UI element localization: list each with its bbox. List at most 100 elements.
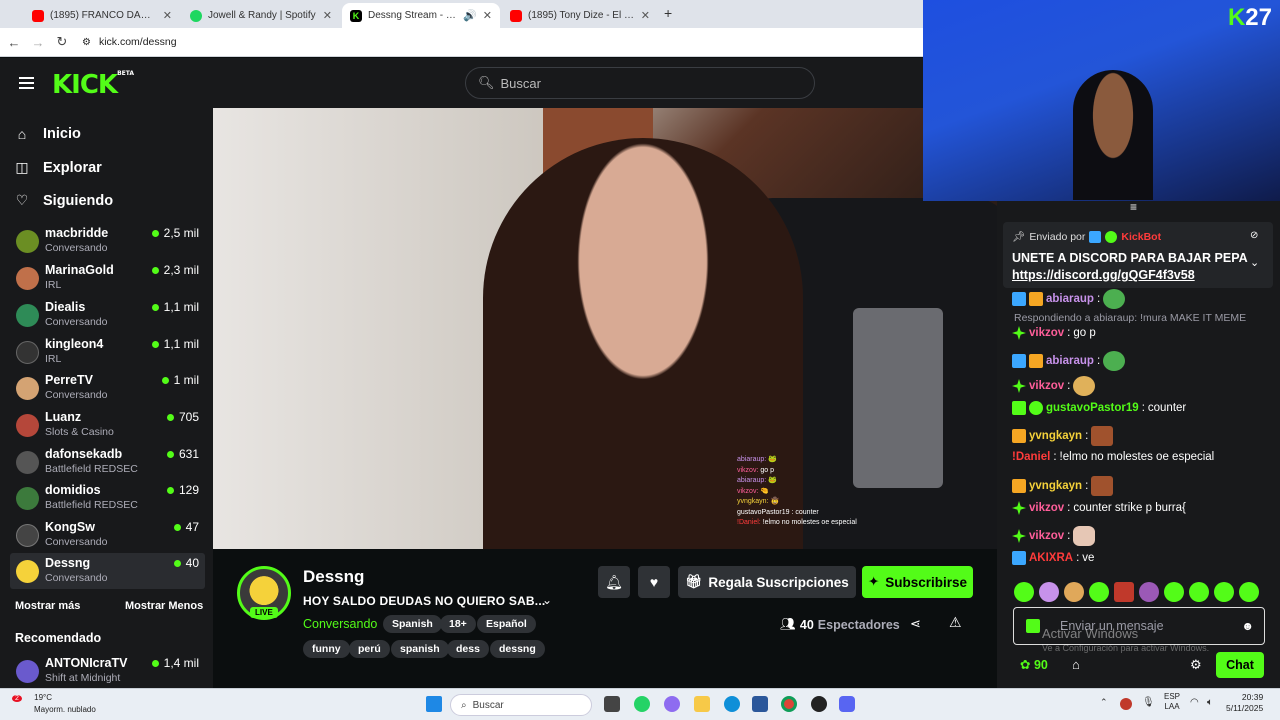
browser-tab-2[interactable]: Jowell & Randy | Spotify ✕ bbox=[182, 3, 340, 28]
chat-username[interactable]: yvngkayn bbox=[1029, 430, 1082, 442]
channel-item[interactable]: MarinaGold IRL 2,3 mil bbox=[10, 260, 205, 296]
tag[interactable]: 18+ bbox=[440, 615, 476, 633]
chat-username[interactable]: vikzov bbox=[1029, 530, 1064, 542]
url-field[interactable]: ⚙ kick.com/dessng bbox=[82, 36, 177, 48]
channel-item[interactable]: dafonsekadb Battlefield REDSEC 631 bbox=[10, 444, 205, 480]
chat-username[interactable]: vikzov bbox=[1029, 502, 1064, 514]
forward-icon[interactable]: → bbox=[26, 35, 50, 50]
heart-icon[interactable]: ♥ bbox=[638, 566, 670, 598]
emote-icon[interactable] bbox=[1239, 582, 1259, 602]
channel-item[interactable]: KongSw Conversando 47 bbox=[10, 517, 205, 553]
browser-tab-1[interactable]: (1895) FRANCO DANÓS 🕊️ - FI ✕ bbox=[24, 3, 180, 28]
channel-points[interactable]: ✿ 90 bbox=[1020, 657, 1048, 672]
emote-icon[interactable] bbox=[1164, 582, 1184, 602]
browser-tab-4[interactable]: (1895) Tony Dize - El Doctorado ✕ bbox=[502, 3, 658, 28]
mic-icon[interactable]: 🎙︎ bbox=[1142, 697, 1155, 708]
chat-username[interactable]: vikzov bbox=[1029, 380, 1064, 392]
gear-icon[interactable]: ⚙ bbox=[1190, 657, 1202, 673]
close-icon[interactable]: ✕ bbox=[163, 9, 172, 22]
send-chat-button[interactable]: Chat bbox=[1216, 652, 1264, 678]
nav-inicio[interactable]: ⌂ Inicio bbox=[15, 126, 81, 142]
emote-icon[interactable] bbox=[1039, 582, 1059, 602]
channel-item[interactable]: Luanz Slots & Casino 705 bbox=[10, 407, 205, 443]
copilot-icon[interactable] bbox=[664, 696, 680, 712]
taskbar-clock[interactable]: 20:39 5/11/2025 bbox=[1226, 692, 1263, 714]
chevron-down-icon[interactable]: ⌄ bbox=[1250, 256, 1259, 269]
emote-icon[interactable] bbox=[1089, 582, 1109, 602]
close-icon[interactable]: ✕ bbox=[483, 9, 492, 22]
chat-filter-icon[interactable]: ≡ bbox=[1130, 200, 1137, 214]
report-icon[interactable]: ⚠ bbox=[949, 614, 962, 631]
tag[interactable]: Español bbox=[477, 615, 536, 633]
gift-subs-button[interactable]: 🎁︎ Regala Suscripciones bbox=[678, 566, 856, 598]
store-app-icon[interactable] bbox=[752, 696, 768, 712]
pinned-link[interactable]: https://discord.gg/gQGF4f3v58 bbox=[1012, 268, 1195, 282]
chat-username[interactable]: yvngkayn bbox=[1029, 480, 1082, 492]
chat-username[interactable]: abiaraup bbox=[1046, 355, 1094, 367]
new-tab-button[interactable]: + bbox=[664, 5, 672, 21]
chat-username[interactable]: AKIXRA bbox=[1029, 552, 1073, 564]
browser-tab-3-active[interactable]: K Dessng Stream - Watch Live 🔊 ✕ bbox=[342, 3, 500, 28]
channel-item[interactable]: Diealis Conversando 1,1 mil bbox=[10, 297, 205, 333]
chevron-up-icon[interactable]: ⌃ bbox=[1100, 697, 1108, 708]
close-icon[interactable]: ✕ bbox=[323, 9, 332, 22]
emote-icon[interactable] bbox=[1064, 582, 1084, 602]
channel-item[interactable]: kingleon4 IRL 1,1 mil bbox=[10, 334, 205, 370]
chat-username[interactable]: abiaraup bbox=[1046, 293, 1094, 305]
chrome-icon[interactable] bbox=[781, 696, 797, 712]
hide-pin-icon[interactable]: ⊘ bbox=[1250, 230, 1258, 241]
stream-category[interactable]: Conversando bbox=[303, 617, 377, 631]
taskbar-search[interactable]: ⌕ Buscar bbox=[450, 694, 592, 716]
emote-icon[interactable] bbox=[1189, 582, 1209, 602]
store-icon[interactable]: ⌂ bbox=[1072, 657, 1080, 672]
channel-item[interactable]: PerreTV Conversando 1 mil bbox=[10, 370, 205, 406]
channel-item-selected[interactable]: Dessng Conversando 40 bbox=[10, 553, 205, 589]
tag[interactable]: Spanish bbox=[383, 615, 442, 633]
channel-item-recommended[interactable]: ANTONIcraTV Shift at Midnight 1,4 mil bbox=[10, 653, 205, 688]
emote-icon[interactable] bbox=[1014, 582, 1034, 602]
search-input[interactable]: 🔍︎ Buscar bbox=[465, 67, 815, 99]
show-less-link[interactable]: Mostrar Menos bbox=[125, 600, 203, 612]
reload-icon[interactable]: ↻ bbox=[50, 34, 74, 50]
file-explorer-icon[interactable] bbox=[694, 696, 710, 712]
streamer-name[interactable]: Dessng bbox=[303, 567, 364, 587]
back-icon[interactable]: ← bbox=[2, 35, 26, 50]
chevron-down-icon[interactable]: ⌄ bbox=[542, 593, 552, 607]
windows-start-icon[interactable] bbox=[426, 696, 442, 712]
whatsapp-icon[interactable] bbox=[634, 696, 650, 712]
emote-icon[interactable] bbox=[1114, 582, 1134, 602]
task-view-icon[interactable] bbox=[604, 696, 620, 712]
tag[interactable]: dessng bbox=[490, 640, 545, 658]
tag[interactable]: spanish bbox=[391, 640, 449, 658]
subscribe-button[interactable]: ✦ Subscribirse bbox=[862, 566, 973, 598]
close-icon[interactable]: ✕ bbox=[641, 9, 650, 22]
nav-siguiendo[interactable]: ♡ Siguiendo bbox=[15, 192, 113, 209]
weather-widget[interactable]: 2 19°C Mayorm. nublado bbox=[12, 692, 96, 715]
bell-icon[interactable]: 🔔︎ bbox=[598, 566, 630, 598]
tag[interactable]: funny bbox=[303, 640, 350, 658]
wifi-icon[interactable]: ◠ bbox=[1190, 697, 1199, 708]
app-icon[interactable] bbox=[811, 696, 827, 712]
emoji-icon[interactable]: ☻ bbox=[1241, 619, 1254, 633]
menu-icon[interactable] bbox=[19, 77, 34, 89]
chat-username[interactable]: vikzov bbox=[1029, 327, 1064, 339]
channel-item[interactable]: domidios Battlefield REDSEC 129 bbox=[10, 480, 205, 516]
audio-icon[interactable]: 🔊 bbox=[463, 9, 477, 22]
emote-icon[interactable] bbox=[1214, 582, 1234, 602]
chat-username[interactable]: gustavoPastor19 bbox=[1046, 402, 1139, 414]
volume-icon[interactable]: 🔈︎ bbox=[1207, 697, 1213, 708]
emote-icon[interactable] bbox=[1139, 582, 1159, 602]
edge-icon[interactable] bbox=[724, 696, 740, 712]
show-more-link[interactable]: Mostrar más bbox=[15, 600, 80, 612]
site-info-icon[interactable]: ⚙ bbox=[82, 37, 91, 48]
channel-item[interactable]: macbridde Conversando 2,5 mil bbox=[10, 223, 205, 259]
tag[interactable]: dess bbox=[447, 640, 489, 658]
kick-logo[interactable]: KICKBETA bbox=[52, 70, 134, 100]
share-icon[interactable]: ⋖ bbox=[910, 616, 921, 632]
tray-app-icon[interactable] bbox=[1120, 698, 1132, 710]
tag[interactable]: perú bbox=[349, 640, 390, 658]
nav-explorar[interactable]: ◫ Explorar bbox=[15, 159, 101, 176]
language-indicator[interactable]: ESP LAA bbox=[1164, 692, 1180, 712]
discord-icon[interactable] bbox=[839, 696, 855, 712]
chat-username[interactable]: !Daniel bbox=[1012, 451, 1050, 463]
